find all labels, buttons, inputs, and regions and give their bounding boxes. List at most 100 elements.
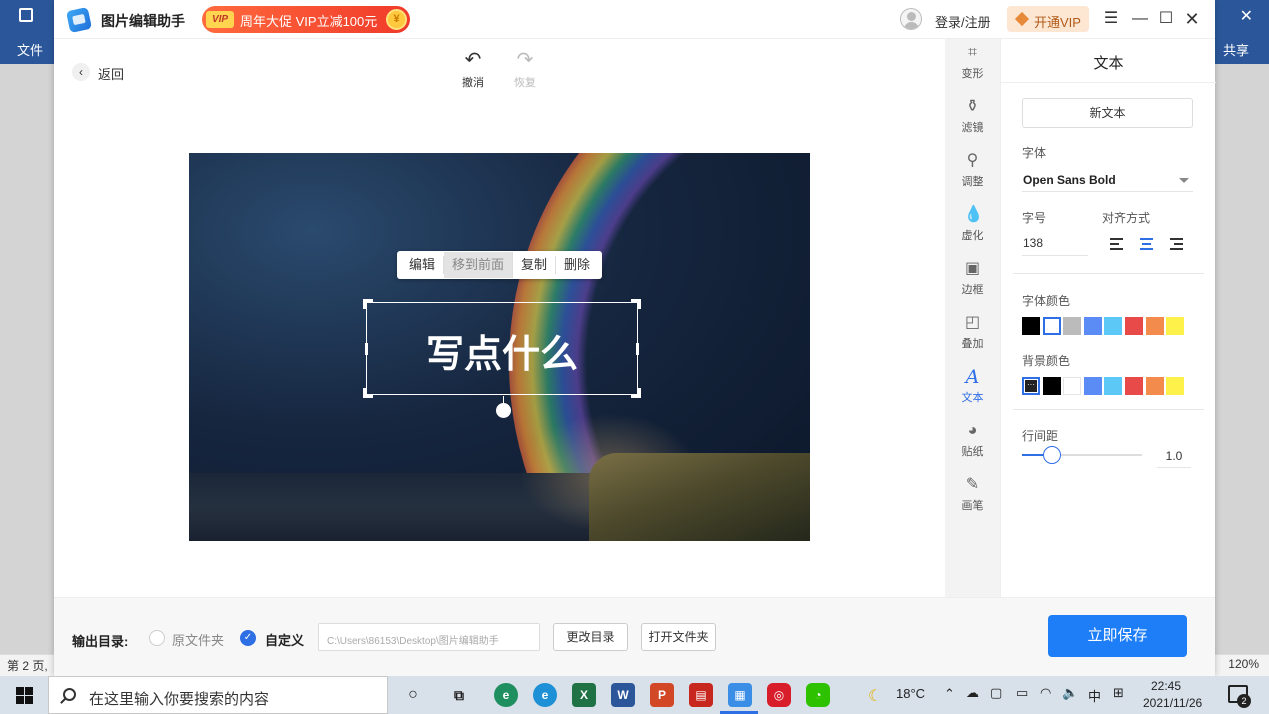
resize-handle-top-left[interactable] <box>363 299 373 309</box>
image-editor-taskbar-icon[interactable]: ▦ <box>728 683 752 707</box>
align-right-icon[interactable] <box>1170 237 1184 251</box>
word-file-tab[interactable]: 文件 <box>17 40 43 59</box>
align-left-icon[interactable] <box>1110 237 1124 251</box>
line-spacing-value[interactable]: 1.0 <box>1157 444 1191 468</box>
font-color-swatch[interactable] <box>1166 317 1185 335</box>
edit-menu-item[interactable]: 编辑 <box>401 256 445 274</box>
delete-menu-item[interactable]: 删除 <box>556 256 598 274</box>
font-color-swatch[interactable]: ··· <box>1042 317 1061 335</box>
footer-bar: 输出目录: 原文件夹 ✓ 自定义 C:\Users\86153\Desktop\… <box>54 597 1215 676</box>
back-label: 返回 <box>98 67 125 82</box>
font-color-swatch[interactable] <box>1083 317 1102 335</box>
battery-icon[interactable]: ▭ <box>1016 685 1028 701</box>
text-context-menu: 编辑 移到前面 复制 删除 <box>397 251 603 279</box>
tool-adjust[interactable]: ⚲ 调整 <box>945 147 1000 201</box>
change-dir-button[interactable]: 更改目录 <box>553 623 628 651</box>
resize-handle-bottom-left[interactable] <box>363 388 373 398</box>
new-text-button[interactable]: 新文本 <box>1022 98 1193 128</box>
font-color-swatch[interactable] <box>1104 317 1123 335</box>
tool-blur[interactable]: 💧 虚化 <box>945 201 1000 255</box>
maximize-icon[interactable]: ☐ <box>1155 8 1177 30</box>
tool-label: 滤镜 <box>961 122 984 134</box>
task-view-icon[interactable]: ⧉ <box>447 683 471 707</box>
bg-color-swatch[interactable] <box>1042 377 1061 395</box>
weather-temp[interactable]: 18°C <box>896 686 925 701</box>
word-share-button[interactable]: 共享 <box>1223 40 1249 59</box>
tool-text[interactable]: A 文本 <box>945 363 1000 417</box>
font-color-swatch[interactable] <box>1063 317 1082 335</box>
start-button[interactable] <box>0 676 46 714</box>
bg-color-swatch[interactable] <box>1063 377 1082 395</box>
bg-color-swatch[interactable] <box>1083 377 1102 395</box>
presentation-app-icon[interactable]: ▤ <box>689 683 713 707</box>
bring-front-menu-item[interactable]: 移到前面 <box>444 252 514 278</box>
netease-music-icon[interactable]: ◎ <box>767 683 791 707</box>
ime-mode-icon[interactable]: ⊞ <box>1113 685 1124 701</box>
tool-brush[interactable]: ✎ 画笔 <box>945 471 1000 525</box>
bg-color-swatch[interactable] <box>1166 377 1185 395</box>
tool-transform[interactable]: ⌗ 变形 <box>945 39 1000 93</box>
excel-icon[interactable]: X <box>572 683 596 707</box>
powerpoint-icon[interactable]: P <box>650 683 674 707</box>
minimize-icon[interactable]: — <box>1129 8 1151 30</box>
bg-color-swatch[interactable]: ··· <box>1022 377 1040 395</box>
display-icon[interactable]: ▢ <box>990 685 1002 701</box>
ime-language[interactable]: 中 <box>1088 686 1101 705</box>
tool-overlay[interactable]: ◰ 叠加 <box>945 309 1000 363</box>
word-zoom-level[interactable]: 120% <box>1228 657 1259 671</box>
cliff-graphic <box>589 453 810 541</box>
resize-handle-bottom-right[interactable] <box>631 388 641 398</box>
close-icon[interactable]: ✕ <box>1181 8 1203 30</box>
font-color-swatch[interactable] <box>1125 317 1143 335</box>
tool-filter[interactable]: ⚱ 滤镜 <box>945 93 1000 147</box>
bg-color-swatch[interactable] <box>1104 377 1123 395</box>
volume-icon[interactable]: 🔈 <box>1062 685 1078 701</box>
taskbar-search-input[interactable]: 在这里输入你要搜索的内容 <box>48 676 388 714</box>
wifi-icon[interactable]: ◠ <box>1040 685 1051 701</box>
save-now-button[interactable]: 立即保存 <box>1048 615 1187 657</box>
edge-icon[interactable]: e <box>494 683 518 707</box>
output-path-input[interactable]: C:\Users\86153\Desktop\图片编辑助手 <box>318 623 540 651</box>
bg-color-swatch[interactable] <box>1145 377 1164 395</box>
login-link[interactable]: 登录/注册 <box>935 12 991 31</box>
clock-time[interactable]: 22:45 <box>1151 679 1181 693</box>
original-folder-radio[interactable] <box>149 630 165 646</box>
moon-icon: ☾ <box>868 688 883 705</box>
align-center-icon[interactable] <box>1140 237 1154 251</box>
cloud-icon[interactable]: ☁ <box>966 685 979 701</box>
redo-button[interactable]: ↷ 恢复 <box>505 50 545 90</box>
open-folder-button[interactable]: 打开文件夹 <box>641 623 716 651</box>
undo-button[interactable]: ↶ 撤消 <box>453 50 493 90</box>
open-vip-label: 开通VIP <box>1034 15 1081 30</box>
text-layer-content[interactable]: 写点什么 <box>367 323 637 378</box>
tool-border[interactable]: ▣ 边框 <box>945 255 1000 309</box>
tool-sticker[interactable]: ◕ 贴纸 <box>945 417 1000 471</box>
copy-menu-item[interactable]: 复制 <box>513 256 557 274</box>
menu-icon[interactable]: ☰ <box>1100 8 1122 30</box>
text-layer-box[interactable]: 写点什么 <box>363 299 641 418</box>
line-spacing-slider-thumb[interactable] <box>1043 446 1061 464</box>
font-select[interactable]: Open Sans Bold <box>1022 170 1193 192</box>
word-icon[interactable]: W <box>611 683 635 707</box>
clock-date[interactable]: 2021/11/26 <box>1143 696 1202 710</box>
cortana-icon[interactable]: ○ <box>401 683 425 707</box>
bg-color-swatch[interactable] <box>1125 377 1143 395</box>
original-folder-label[interactable]: 原文件夹 <box>172 630 224 649</box>
chevron-up-icon[interactable]: ⌃ <box>944 686 955 702</box>
font-size-input[interactable]: 138 <box>1022 232 1088 256</box>
font-size-value: 138 <box>1023 236 1044 250</box>
word-close-icon[interactable]: ✕ <box>1240 6 1253 26</box>
promo-banner[interactable]: VIP 周年大促 VIP立减100元 ¥ <box>202 6 410 33</box>
custom-folder-radio[interactable]: ✓ <box>240 630 256 646</box>
open-vip-button[interactable]: 开通VIP <box>1007 6 1089 32</box>
rotate-handle[interactable] <box>496 403 511 418</box>
wechat-icon[interactable]: ◔ <box>806 683 830 707</box>
word-save-icon[interactable] <box>19 8 33 22</box>
resize-handle-top-right[interactable] <box>631 299 641 309</box>
avatar[interactable] <box>900 8 922 30</box>
ie-browser-icon[interactable]: e <box>533 683 557 707</box>
custom-folder-label[interactable]: 自定义 <box>265 630 304 649</box>
font-color-swatch[interactable] <box>1145 317 1164 335</box>
coin-icon: ¥ <box>386 9 407 30</box>
font-color-swatch[interactable] <box>1022 317 1040 335</box>
